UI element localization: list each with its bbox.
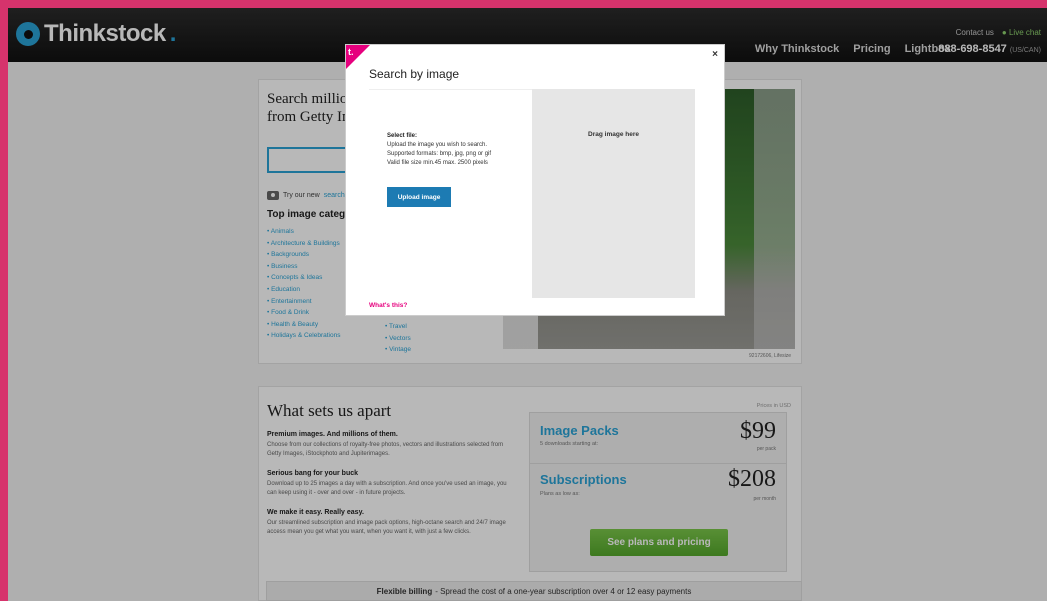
corner-logo: t. [348,47,354,57]
search-by-image-modal: t. × Search by image Select file: Upload… [345,44,725,316]
whats-this-link[interactable]: What's this? [369,302,407,309]
upload-image-button[interactable]: Upload image [387,187,451,207]
drop-label: Drag image here [588,131,639,138]
drag-drop-zone[interactable]: Drag image here [532,89,695,298]
upload-instructions: Select file: Upload the image you wish t… [387,132,491,168]
select-file-label: Select file: [387,133,418,139]
instruction-line: Upload the image you wish to search. [387,142,488,148]
page-frame: Thinkstock . Why Thinkstock Pricing Ligh… [8,8,1047,601]
modal-title: Search by image [369,67,460,81]
instruction-line: Valid file size min.45 max. 2500 pixels [387,160,488,166]
close-icon[interactable]: × [712,49,718,60]
upload-area: Select file: Upload the image you wish t… [369,89,532,298]
instruction-line: Supported formats: bmp, jpg, png or gif [387,151,492,157]
